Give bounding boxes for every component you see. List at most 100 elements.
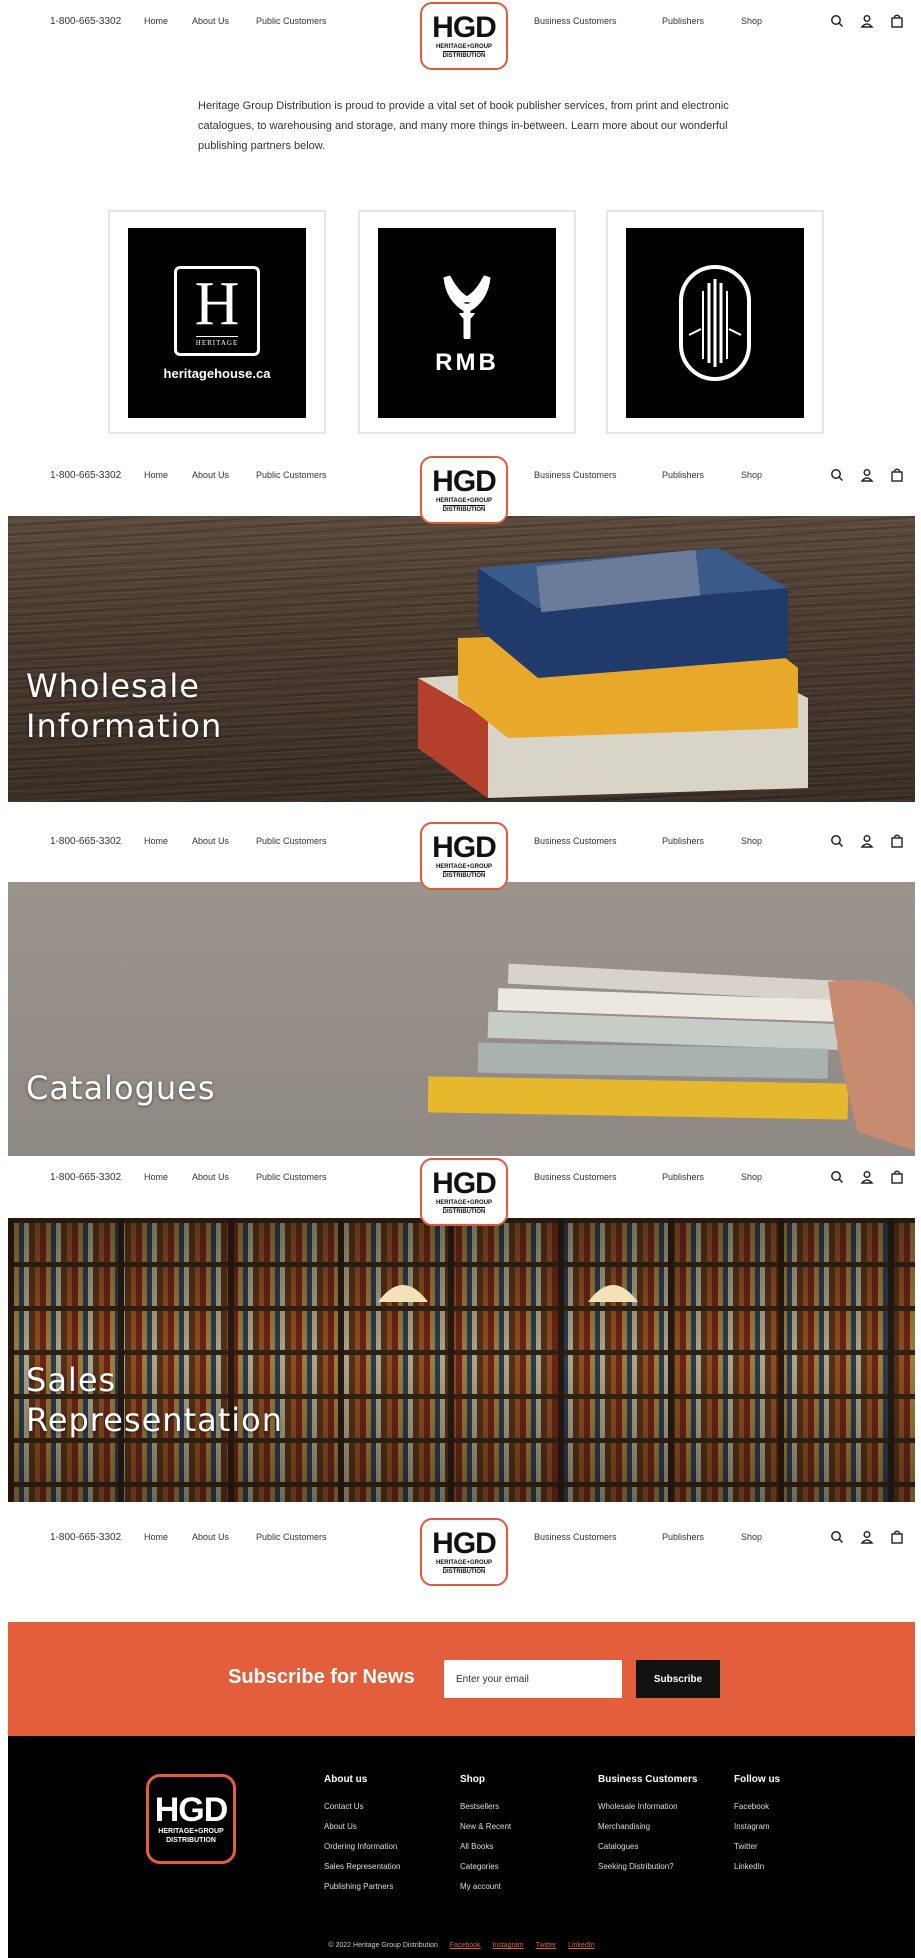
nav-publishers[interactable]: Publishers	[662, 470, 704, 480]
nav-about-us[interactable]: About Us	[192, 470, 229, 480]
search-icon[interactable]	[830, 14, 844, 28]
phone-number[interactable]: 1-800-665-3302	[50, 470, 121, 481]
footer-link-wholesale-information[interactable]: Wholesale Information	[598, 1797, 697, 1817]
nav-public-customers[interactable]: Public Customers	[256, 470, 327, 480]
nav-about-us[interactable]: About Us	[192, 16, 229, 26]
nav-business-customers[interactable]: Business Customers	[534, 1532, 617, 1542]
nav-business-customers[interactable]: Business Customers	[534, 16, 617, 26]
hgd-logo[interactable]: HGD HERITAGE+GROUP DISTRIBUTION	[420, 1158, 508, 1226]
footer-link-linkedin[interactable]: LinkedIn	[734, 1857, 780, 1877]
nav-publishers[interactable]: Publishers	[662, 16, 704, 26]
footer-link-facebook[interactable]: Facebook	[734, 1797, 780, 1817]
nav-home[interactable]: Home	[144, 470, 168, 480]
footer-hgd-logo[interactable]: HGD HERITAGE+GROUP DISTRIBUTION	[146, 1774, 236, 1864]
account-icon[interactable]	[860, 1530, 874, 1544]
cart-icon[interactable]	[890, 834, 904, 848]
nav-home[interactable]: Home	[144, 16, 168, 26]
footer-link-twitter[interactable]: Twitter	[734, 1837, 780, 1857]
publisher-card-oval[interactable]	[606, 210, 824, 434]
phone-number[interactable]: 1-800-665-3302	[50, 1172, 121, 1183]
footer-link-contact-us[interactable]: Contact Us	[324, 1797, 401, 1817]
bottom-link-facebook[interactable]: Facebook	[450, 1942, 481, 1949]
logo-line1: HERITAGE+GROUP	[435, 43, 493, 50]
footer-link-ordering-information[interactable]: Ordering Information	[324, 1837, 401, 1857]
cart-icon[interactable]	[890, 468, 904, 482]
nav-publishers[interactable]: Publishers	[662, 1172, 704, 1182]
heritage-logo-letter: H	[194, 270, 240, 338]
nav-home[interactable]: Home	[144, 836, 168, 846]
footer-link-my-account[interactable]: My account	[460, 1877, 511, 1897]
nav-public-customers[interactable]: Public Customers	[256, 16, 327, 26]
banner-catalogues[interactable]: Catalogues	[8, 882, 915, 1156]
cart-icon[interactable]	[890, 1530, 904, 1544]
account-icon[interactable]	[860, 1170, 874, 1184]
footer-link-bestsellers[interactable]: Bestsellers	[460, 1797, 511, 1817]
logo-line2: DISTRIBUTION	[442, 1206, 486, 1215]
heritage-url: heritagehouse.ca	[163, 365, 271, 381]
footer-link-merchandising[interactable]: Merchandising	[598, 1817, 697, 1837]
search-icon[interactable]	[830, 1170, 844, 1184]
search-icon[interactable]	[830, 468, 844, 482]
copyright-text: © 2022 Heritage Group Distribution	[328, 1942, 438, 1949]
cart-icon[interactable]	[890, 1170, 904, 1184]
hgd-logo[interactable]: HGD HERITAGE+GROUP DISTRIBUTION	[420, 456, 508, 524]
nav-home[interactable]: Home	[144, 1172, 168, 1182]
logo-line2: DISTRIBUTION	[442, 1566, 486, 1575]
rmb-antler-icon	[443, 275, 491, 339]
publisher-card-heritage[interactable]: H HERITAGE heritagehouse.ca	[108, 210, 326, 434]
nav-about-us[interactable]: About Us	[192, 1532, 229, 1542]
nav-public-customers[interactable]: Public Customers	[256, 836, 327, 846]
nav-publishers[interactable]: Publishers	[662, 836, 704, 846]
subscribe-button[interactable]: Subscribe	[636, 1660, 720, 1698]
account-icon[interactable]	[860, 468, 874, 482]
nav-shop[interactable]: Shop	[741, 836, 762, 846]
nav-shop[interactable]: Shop	[741, 16, 762, 26]
search-icon[interactable]	[830, 834, 844, 848]
account-icon[interactable]	[860, 834, 874, 848]
bottom-link-twitter[interactable]: Twitter	[536, 1942, 557, 1949]
nav-shop[interactable]: Shop	[741, 470, 762, 480]
nav-shop[interactable]: Shop	[741, 1172, 762, 1182]
hgd-logo[interactable]: HGD HERITAGE+GROUP DISTRIBUTION	[420, 822, 508, 890]
banner-sales-representation[interactable]: Sales Representation	[8, 1218, 915, 1502]
footer-link-publishing-partners[interactable]: Publishing Partners	[324, 1877, 401, 1897]
nav-public-customers[interactable]: Public Customers	[256, 1532, 327, 1542]
logo-text: HGD	[432, 10, 497, 44]
banner-wholesale-information[interactable]: Wholesale Information	[8, 516, 915, 802]
nav-public-customers[interactable]: Public Customers	[256, 1172, 327, 1182]
nav-business-customers[interactable]: Business Customers	[534, 470, 617, 480]
footer-link-new-recent[interactable]: New & Recent	[460, 1817, 511, 1837]
banner-title-line2: Representation	[26, 1401, 284, 1439]
nav-business-customers[interactable]: Business Customers	[534, 836, 617, 846]
email-input[interactable]	[444, 1660, 622, 1698]
footer-link-seeking-distribution[interactable]: Seeking Distribution?	[598, 1857, 697, 1877]
nav-about-us[interactable]: About Us	[192, 1172, 229, 1182]
account-icon[interactable]	[860, 14, 874, 28]
cart-icon[interactable]	[890, 14, 904, 28]
hgd-logo[interactable]: HGD HERITAGE+GROUP DISTRIBUTION	[420, 1518, 508, 1586]
footer-link-catalogues[interactable]: Catalogues	[598, 1837, 697, 1857]
nav-publishers[interactable]: Publishers	[662, 1532, 704, 1542]
footer-link-categories[interactable]: Categories	[460, 1857, 511, 1877]
hgd-logo[interactable]: HGD HERITAGE+GROUP DISTRIBUTION	[420, 2, 508, 70]
lamps-image	[378, 1285, 638, 1302]
bottom-link-linkedin[interactable]: LinkedIn	[568, 1942, 594, 1949]
footer-col-heading: Shop	[460, 1774, 485, 1785]
footer-link-instagram[interactable]: Instagram	[734, 1817, 780, 1837]
footer-logo-text: HGD	[154, 1791, 229, 1829]
footer-link-all-books[interactable]: All Books	[460, 1837, 511, 1857]
nav-shop[interactable]: Shop	[741, 1532, 762, 1542]
logo-line2: DISTRIBUTION	[442, 50, 486, 59]
site-header: 1-800-665-3302 Home About Us Public Cust…	[8, 1156, 915, 1226]
phone-number[interactable]: 1-800-665-3302	[50, 16, 121, 27]
nav-business-customers[interactable]: Business Customers	[534, 1172, 617, 1182]
search-icon[interactable]	[830, 1530, 844, 1544]
footer-link-about-us[interactable]: About Us	[324, 1817, 401, 1837]
nav-about-us[interactable]: About Us	[192, 836, 229, 846]
phone-number[interactable]: 1-800-665-3302	[50, 1532, 121, 1543]
nav-home[interactable]: Home	[144, 1532, 168, 1542]
bottom-link-instagram[interactable]: Instagram	[492, 1942, 523, 1949]
publisher-card-rmb[interactable]: RMB	[358, 210, 576, 434]
footer-link-sales-representation[interactable]: Sales Representation	[324, 1857, 401, 1877]
phone-number[interactable]: 1-800-665-3302	[50, 836, 121, 847]
